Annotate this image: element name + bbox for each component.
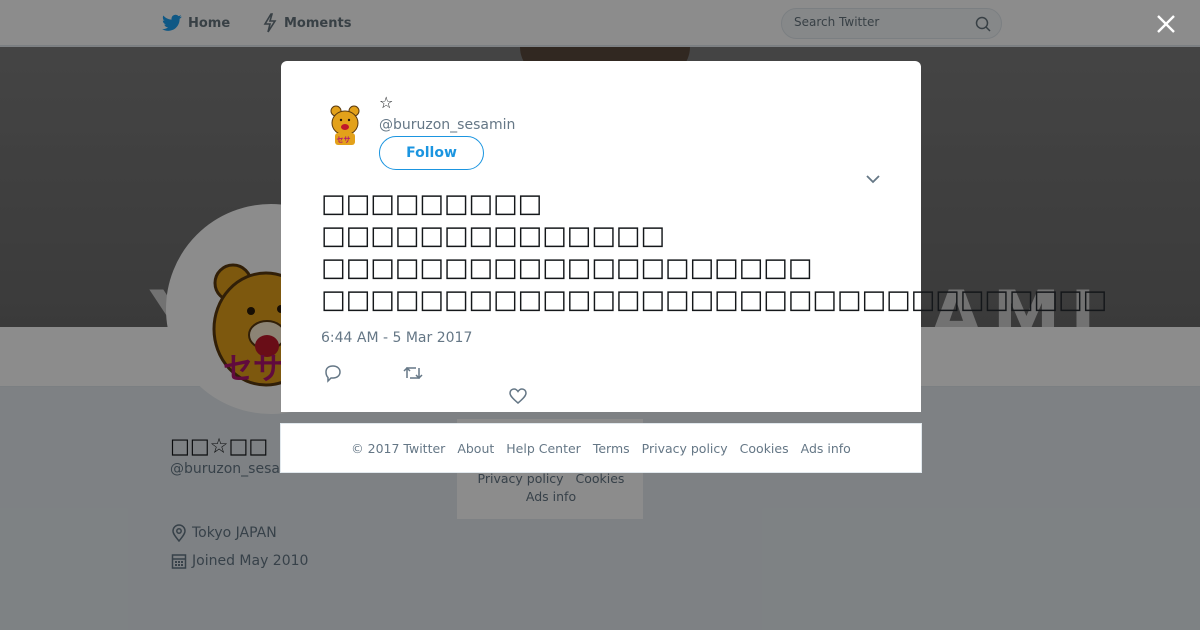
retweet-icon[interactable] bbox=[402, 363, 424, 383]
tweet-author-handle[interactable]: @buruzon_sesamin bbox=[379, 117, 515, 133]
footer-cookies-link[interactable]: Cookies bbox=[740, 441, 789, 456]
bear-mascot-image: セサ bbox=[330, 105, 360, 145]
footer-about-link[interactable]: About bbox=[457, 441, 494, 456]
tweet-permalink-modal: セサ ☆ @buruzon_sesamin Follow □□□□□□□□□ □… bbox=[281, 61, 1108, 412]
tweet-author-avatar[interactable]: セサ bbox=[321, 101, 369, 149]
tweet-text: □□□□□□□□□ □□□□□□□□□□□□□□ □□□□□□□□□□□□□□□… bbox=[321, 189, 1108, 315]
footer-ads-info-link[interactable]: Ads info bbox=[801, 441, 851, 456]
heart-icon[interactable] bbox=[508, 387, 528, 405]
footer-terms-link[interactable]: Terms bbox=[593, 441, 630, 456]
svg-text:セサ: セサ bbox=[337, 136, 351, 144]
follow-button[interactable]: Follow bbox=[379, 136, 484, 170]
reply-icon[interactable] bbox=[323, 363, 343, 383]
tweet-author-name[interactable]: ☆ bbox=[379, 93, 393, 112]
close-icon[interactable] bbox=[1155, 13, 1177, 35]
footer-help-center-link[interactable]: Help Center bbox=[506, 441, 581, 456]
tweet-timestamp[interactable]: 6:44 AM - 5 Mar 2017 bbox=[321, 330, 472, 346]
chevron-down-icon[interactable] bbox=[865, 173, 881, 185]
modal-footer: © 2017 Twitter About Help Center Terms P… bbox=[280, 423, 922, 473]
footer-privacy-link[interactable]: Privacy policy bbox=[642, 441, 728, 456]
footer-copyright: © 2017 Twitter bbox=[351, 440, 446, 456]
